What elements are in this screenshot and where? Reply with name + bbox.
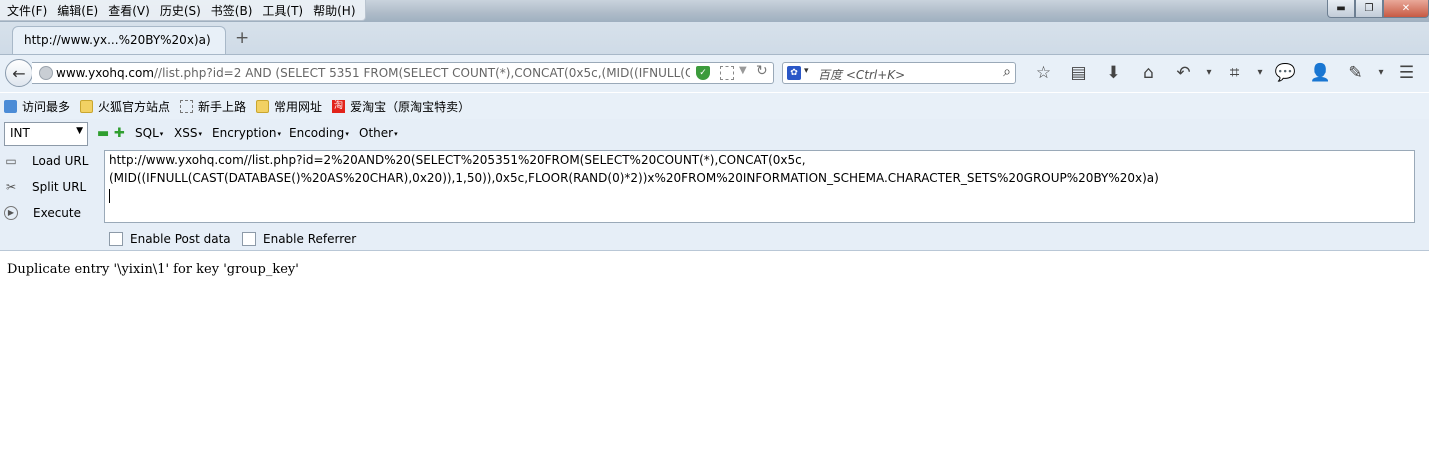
bookmark-label: 常用网址	[274, 99, 323, 114]
play-icon: ▶	[4, 206, 18, 220]
dropdown-arrow-icon[interactable]: ▼	[739, 65, 747, 76]
menu-sql[interactable]: SQL▾	[135, 126, 163, 140]
bookmark-getting-started[interactable]: 新手上路	[180, 98, 246, 115]
new-tab-button[interactable]: +	[235, 28, 249, 48]
enable-referrer-checkbox[interactable]: Enable Referrer	[242, 232, 356, 246]
tab-active[interactable]: http://www.yx...%20BY%20x)a)	[12, 26, 226, 54]
taobao-icon: 淘	[332, 99, 346, 113]
navigation-bar: ← www.yxohq.com//list.php?id=2 AND (SELE…	[0, 55, 1429, 92]
menu-edit[interactable]: 编辑(E)	[52, 2, 103, 19]
search-icon[interactable]: ⌕	[1003, 64, 1011, 80]
shield-icon[interactable]: ✓	[696, 66, 710, 80]
home-icon[interactable]: ⌂	[1131, 63, 1166, 83]
menu-xss[interactable]: XSS▾	[174, 126, 202, 140]
extension-icon[interactable]: ✎	[1338, 63, 1373, 83]
menu-hamburger-icon[interactable]: ☰	[1389, 63, 1424, 83]
reload-icon[interactable]: ↻	[756, 63, 768, 79]
menu-tools[interactable]: 工具(T)	[257, 2, 308, 19]
menu-xss-label: XSS	[174, 126, 198, 140]
url-host: www.yxohq.com	[56, 66, 154, 80]
bookmark-label: 新手上路	[198, 99, 247, 114]
paw-icon[interactable]: ✿	[787, 66, 801, 80]
load-url-icon: ▭	[5, 154, 17, 168]
title-bar: 文件(F) 编辑(E) 查看(V) 历史(S) 书签(B) 工具(T) 帮助(H…	[0, 0, 1429, 22]
url-text[interactable]: www.yxohq.com//list.php?id=2 AND (SELECT…	[56, 66, 690, 80]
menu-bookmarks[interactable]: 书签(B)	[206, 2, 258, 19]
url-line-1: http://www.yxohq.com//list.php?id=2%20AN…	[109, 153, 806, 167]
bookmark-label: 访问最多	[22, 99, 71, 114]
chevron-down-icon: ▼	[76, 126, 83, 136]
bookmark-taobao[interactable]: 淘 爱淘宝（原淘宝特卖）	[332, 98, 470, 115]
tab-strip: http://www.yx...%20BY%20x)a) +	[0, 22, 1429, 55]
globe-icon	[39, 66, 53, 80]
split-url-label: Split URL	[32, 180, 87, 194]
execute-label: Execute	[33, 206, 81, 220]
crop-icon[interactable]: ⌗	[1217, 63, 1252, 83]
url-line-2: (MID((IFNULL(CAST(DATABASE()%20AS%20CHAR…	[109, 171, 1159, 185]
bookmark-star-icon[interactable]: ☆	[1026, 63, 1061, 83]
search-box[interactable]: ✿ ▾ 百度 <Ctrl+K> ⌕	[782, 62, 1016, 84]
minus-icon[interactable]: ▬	[97, 127, 109, 140]
menu-encryption[interactable]: Encryption▾	[212, 126, 281, 140]
scissors-icon: ✂	[5, 180, 17, 194]
bookmark-label: 爱淘宝（原淘宝特卖）	[350, 99, 471, 114]
bookmark-most-visited[interactable]: 访问最多	[4, 98, 70, 115]
chat-icon[interactable]: 💬	[1268, 63, 1303, 83]
hackbar-panel: INT ▼ ▬ ✚ SQL▾ XSS▾ Encryption▾ Encoding…	[0, 119, 1429, 251]
tab-title: http://www.yx...%20BY%20x)a)	[24, 33, 211, 47]
text-caret	[109, 189, 110, 203]
type-select[interactable]: INT ▼	[4, 122, 88, 146]
bookmark-label: 火狐官方站点	[98, 99, 171, 114]
menu-other[interactable]: Other▾	[359, 126, 398, 140]
execute-button[interactable]: ▶ Execute	[4, 206, 81, 220]
menu-bar: 文件(F) 编辑(E) 查看(V) 历史(S) 书签(B) 工具(T) 帮助(H…	[0, 0, 366, 21]
enable-post-label: Enable Post data	[130, 232, 231, 246]
reading-list-icon[interactable]: ▤	[1061, 63, 1096, 83]
qr-code-icon[interactable]	[720, 66, 734, 80]
load-url-label: Load URL	[32, 154, 89, 168]
undo-icon[interactable]: ↶	[1166, 63, 1201, 83]
folder-icon	[256, 99, 270, 113]
menu-help[interactable]: 帮助(H)	[308, 2, 360, 19]
type-select-value: INT	[10, 126, 30, 140]
load-url-button[interactable]: ▭ Load URL	[4, 154, 88, 168]
window-controls: ▬ ❐ ✕	[1327, 0, 1429, 18]
dashed-page-icon	[180, 99, 194, 113]
url-path: //list.php?id=2 AND (SELECT 5351 FROM(SE…	[154, 66, 690, 80]
checkbox-box[interactable]	[109, 232, 123, 246]
restore-button[interactable]: ❐	[1355, 0, 1383, 18]
undo-dropdown-icon[interactable]: ▾	[1201, 63, 1217, 83]
menu-file[interactable]: 文件(F)	[2, 2, 52, 19]
bookmark-firefox-site[interactable]: 火狐官方站点	[80, 98, 170, 115]
engine-dropdown-icon[interactable]: ▾	[804, 66, 809, 76]
plus-icon[interactable]: ✚	[114, 127, 125, 140]
menu-sql-label: SQL	[135, 126, 159, 140]
download-icon[interactable]: ⬇	[1096, 63, 1131, 83]
menu-encoding[interactable]: Encoding▾	[289, 126, 349, 140]
menu-history[interactable]: 历史(S)	[155, 2, 206, 19]
page-body-text: Duplicate entry '\yixin\1' for key 'grou…	[7, 262, 299, 277]
menu-other-label: Other	[359, 126, 394, 140]
back-button[interactable]: ←	[5, 59, 33, 87]
search-placeholder: 百度 <Ctrl+K>	[818, 68, 906, 82]
most-visited-icon	[4, 99, 17, 113]
crop-dropdown-icon[interactable]: ▾	[1252, 63, 1268, 83]
bookmarks-toolbar: 访问最多 火狐官方站点 新手上路 常用网址 淘 爱淘宝（原淘宝特卖）	[0, 93, 1429, 119]
toolbar-icons: ☆ ▤ ⬇ ⌂ ↶ ▾ ⌗ ▾ 💬 👤 ✎ ▾ ☰	[1026, 63, 1424, 83]
menu-encoding-label: Encoding	[289, 126, 345, 140]
split-url-button[interactable]: ✂ Split URL	[4, 180, 86, 194]
checkbox-box[interactable]	[242, 232, 256, 246]
url-bar[interactable]: www.yxohq.com//list.php?id=2 AND (SELECT…	[32, 62, 774, 84]
close-button[interactable]: ✕	[1383, 0, 1429, 18]
menu-encryption-label: Encryption	[212, 126, 277, 140]
bookmark-common-sites[interactable]: 常用网址	[256, 98, 322, 115]
enable-post-checkbox[interactable]: Enable Post data	[109, 232, 231, 246]
minimize-button[interactable]: ▬	[1327, 0, 1355, 18]
menu-view[interactable]: 查看(V)	[103, 2, 155, 19]
extension-dropdown-icon[interactable]: ▾	[1373, 63, 1389, 83]
url-textarea[interactable]: http://www.yxohq.com//list.php?id=2%20AN…	[104, 150, 1415, 223]
enable-referrer-label: Enable Referrer	[263, 232, 357, 246]
account-icon[interactable]: 👤	[1303, 63, 1338, 83]
folder-icon	[80, 99, 94, 113]
